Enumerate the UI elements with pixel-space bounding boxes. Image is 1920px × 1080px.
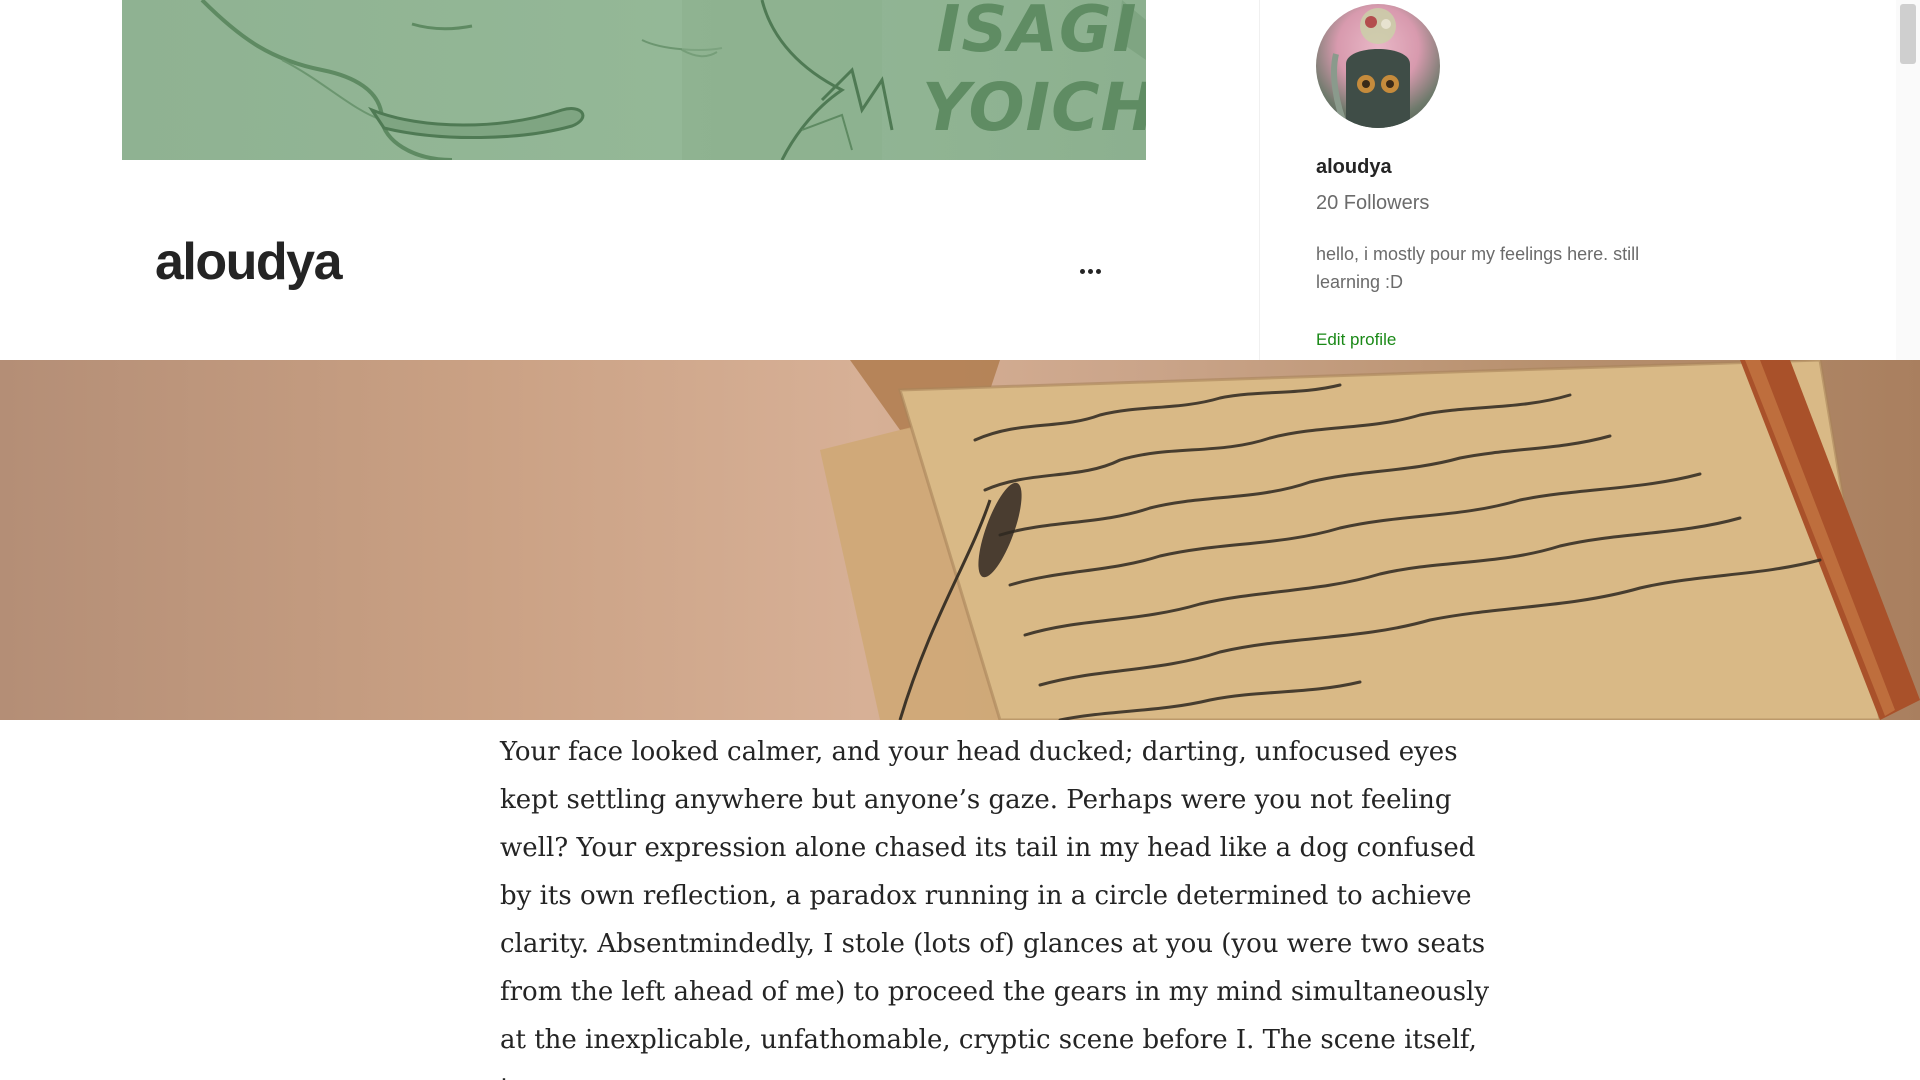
profile-page: ISAGI YOICHI. aloudya aloudya 20 Followe… (0, 0, 1920, 1080)
more-dot-icon (1095, 268, 1101, 274)
avatar[interactable] (1316, 4, 1440, 128)
avatar-image (1331, 8, 1410, 128)
more-dot-icon (1079, 268, 1085, 274)
article-body: Your face looked calmer, and your head d… (500, 728, 1510, 1080)
banner-caption-line2: YOICHI. (922, 69, 1146, 146)
article-paragraph: Your face looked calmer, and your head d… (500, 737, 1490, 1080)
banner-caption: ISAGI YOICHI. (922, 0, 1146, 144)
sidebar-divider (1259, 0, 1260, 360)
profile-banner-image: ISAGI YOICHI. (122, 0, 1146, 160)
profile-title: aloudya (155, 233, 343, 291)
edit-profile-link[interactable]: Edit profile (1316, 330, 1396, 350)
banner-caption-line1: ISAGI (936, 0, 1138, 67)
scrollbar-thumb[interactable] (1900, 4, 1916, 64)
article-hero-image (0, 360, 1920, 720)
handwritten-letter-illustration (820, 360, 1920, 720)
more-dot-icon (1087, 268, 1093, 274)
followers-count[interactable]: 20 Followers (1316, 192, 1429, 215)
profile-bio: hello, i mostly pour my feelings here. s… (1316, 244, 1640, 292)
more-options-button[interactable] (1070, 256, 1110, 286)
sidebar-profile-name[interactable]: aloudya (1316, 156, 1392, 179)
